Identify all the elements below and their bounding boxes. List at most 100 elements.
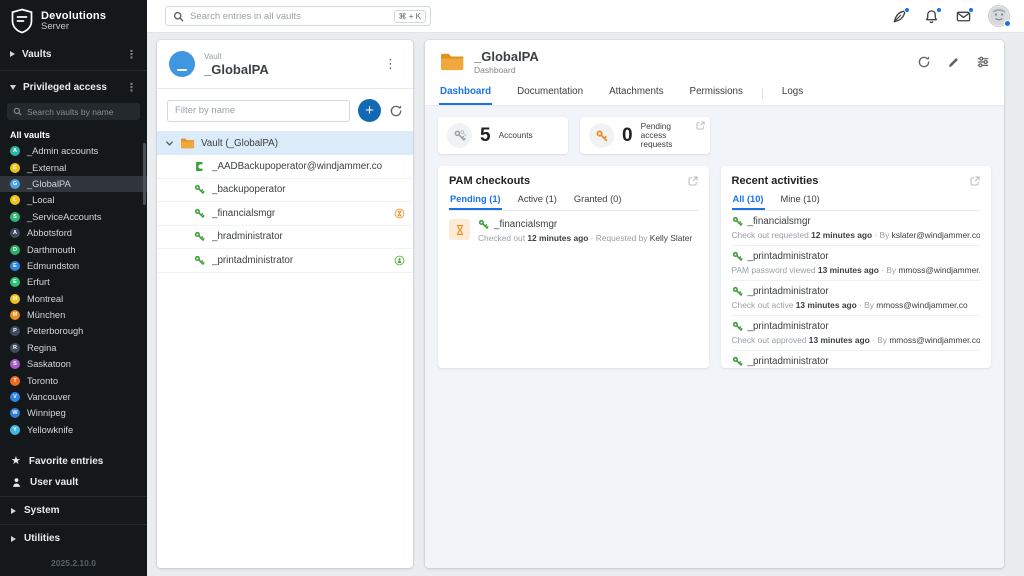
vault-avatar: S <box>10 359 20 369</box>
tab-attachments[interactable]: Attachments <box>608 81 664 105</box>
key-icon <box>194 184 205 195</box>
entry-row[interactable]: _AADBackupoperator@windjammer.co <box>157 155 413 179</box>
vault-name: Saskatoon <box>27 359 71 369</box>
sidebar-vault-item[interactable]: EEdmundston <box>0 258 147 274</box>
activities-tab-mine-10[interactable]: Mine (10) <box>780 192 821 210</box>
accounts-label: Accounts <box>499 131 533 140</box>
sidebar-item-utilities[interactable]: Utilities <box>0 528 147 549</box>
sidebar-vault-item[interactable]: E_External <box>0 159 147 175</box>
vault-avatar: L <box>10 195 20 205</box>
activities-title: Recent activities <box>732 175 819 187</box>
sidebar-item-privileged-access[interactable]: Privileged access ⋮ <box>0 74 147 100</box>
vault-avatar: W <box>10 408 20 418</box>
sidebar-vault-item[interactable]: A_Admin accounts <box>0 143 147 159</box>
pen-notification-icon[interactable] <box>892 9 907 24</box>
sidebar-item-system[interactable]: System <box>0 500 147 521</box>
sidebar-vault-item[interactable]: YYellowknife <box>0 422 147 438</box>
external-link-icon[interactable] <box>688 176 698 186</box>
activities-tab-all-10[interactable]: All (10) <box>732 192 765 210</box>
sidebar-vault-item[interactable]: S_ServiceAccounts <box>0 209 147 225</box>
sidebar-vault-item[interactable]: TToronto <box>0 372 147 388</box>
tab-permissions[interactable]: Permissions <box>689 81 744 105</box>
sidebar: Devolutions Server Vaults ⋮ Privileged a… <box>0 0 147 576</box>
kebab-menu-icon[interactable]: ⋮ <box>126 81 137 94</box>
notification-dot <box>904 7 910 13</box>
sidebar-item-user-vault[interactable]: User vault <box>0 472 147 493</box>
vault-name: Regina <box>27 343 56 353</box>
external-link-icon[interactable] <box>970 176 980 186</box>
sidebar-vault-item[interactable]: WWinnipeg <box>0 405 147 421</box>
add-entry-button[interactable]: + <box>358 99 381 122</box>
sidebar-vault-item[interactable]: RRegina <box>0 340 147 356</box>
pam-tab-pending-1[interactable]: Pending (1) <box>449 192 502 210</box>
sidebar-item-vaults[interactable]: Vaults ⋮ <box>0 41 147 67</box>
entry-row[interactable]: _hradministrator <box>157 226 413 250</box>
entry-row[interactable]: _backupoperator <box>157 179 413 203</box>
sidebar-vault-item[interactable]: EErfurt <box>0 274 147 290</box>
bell-notification-icon[interactable] <box>924 9 939 24</box>
vault-name: _External <box>27 163 66 173</box>
stat-card-accounts[interactable]: 5 Accounts <box>438 117 568 154</box>
key-icon <box>194 231 205 242</box>
detail-body: 5 Accounts 0 Pending access requests PAM… <box>425 106 1004 568</box>
sidebar-vault-item[interactable]: DDarthmouth <box>0 241 147 257</box>
status-dot <box>1004 20 1011 27</box>
sidebar-vault-item[interactable]: PPeterborough <box>0 323 147 339</box>
checked-out-badge-icon <box>394 255 405 266</box>
keys-icon <box>447 123 472 148</box>
pending-checkout-badge-icon <box>394 208 405 219</box>
kebab-menu-icon[interactable]: ⋮ <box>126 48 137 61</box>
user-avatar[interactable] <box>988 5 1010 27</box>
edit-pencil-icon[interactable] <box>947 56 960 69</box>
activity-item[interactable]: _printadministratorPAM password viewed 1… <box>732 246 981 281</box>
tab-dashboard[interactable]: Dashboard <box>439 81 492 105</box>
stat-card-pending-requests[interactable]: 0 Pending access requests <box>580 117 710 154</box>
notification-dot <box>936 7 942 13</box>
activity-item[interactable]: _printadministratorCheck out approved 13… <box>732 316 981 351</box>
notification-dot <box>968 7 974 13</box>
vault-avatar: P <box>10 326 20 336</box>
activity-entry-name: _printadministrator <box>748 251 829 262</box>
devolutions-shield-icon <box>10 8 34 34</box>
sidebar-vault-item[interactable]: L_Local <box>0 192 147 208</box>
sidebar-vault-item[interactable]: G_GlobalPA <box>0 176 147 192</box>
filter-input[interactable] <box>175 105 342 116</box>
entry-row[interactable]: _printadministrator <box>157 249 413 273</box>
entry-row[interactable]: _financialsmgr <box>157 202 413 226</box>
pam-tab-granted-0[interactable]: Granted (0) <box>573 192 623 210</box>
vault-kicker: Vault <box>204 52 269 61</box>
sidebar-scrollbar[interactable] <box>143 143 146 205</box>
mail-notification-icon[interactable] <box>956 9 971 24</box>
sidebar-vault-item[interactable]: VVancouver <box>0 389 147 405</box>
detail-subtitle: Dashboard <box>474 65 539 75</box>
sidebar-vault-item[interactable]: MMünchen <box>0 307 147 323</box>
pam-tab-active-1[interactable]: Active (1) <box>517 192 558 210</box>
vault-avatar: S <box>10 212 20 222</box>
vault-name: _Admin accounts <box>27 146 98 156</box>
activity-item[interactable]: _financialsmgrCheck out requested 12 min… <box>732 211 981 246</box>
global-search[interactable]: ⌘ + K <box>165 6 431 26</box>
settings-sliders-icon[interactable] <box>976 55 990 69</box>
sidebar-item-favorite-entries[interactable]: ★ Favorite entries <box>0 451 147 472</box>
kebab-menu-icon[interactable]: ⋮ <box>380 54 401 74</box>
global-search-input[interactable] <box>190 11 388 22</box>
tab-logs[interactable]: Logs <box>781 81 804 105</box>
vault-avatar: E <box>10 261 20 271</box>
sidebar-privileged-label: Privileged access <box>23 82 107 93</box>
refresh-icon[interactable] <box>917 55 931 69</box>
vault-avatar: D <box>10 245 20 255</box>
utilities-label: Utilities <box>24 533 60 544</box>
refresh-icon[interactable] <box>389 104 403 118</box>
accounts-count: 5 <box>480 125 491 147</box>
sidebar-vault-item[interactable]: S Saskatoon <box>0 356 147 372</box>
external-link-icon[interactable] <box>696 121 705 130</box>
filter-box <box>167 100 350 122</box>
sidebar-vault-item[interactable]: MMontreal <box>0 291 147 307</box>
tree-root-vault[interactable]: Vault (_GlobalPA) <box>157 131 413 155</box>
tab-documentation[interactable]: Documentation <box>516 81 584 105</box>
vault-search-input[interactable] <box>27 107 134 117</box>
sidebar-vault-item[interactable]: AAbbotsford <box>0 225 147 241</box>
pam-checkout-item[interactable]: _financialsmgrChecked out 12 minutes ago… <box>449 211 698 251</box>
activity-item[interactable]: _printadministratorCheck out active 13 m… <box>732 281 981 316</box>
activity-item[interactable]: _printadministratorCheck out requested 1… <box>732 351 981 368</box>
